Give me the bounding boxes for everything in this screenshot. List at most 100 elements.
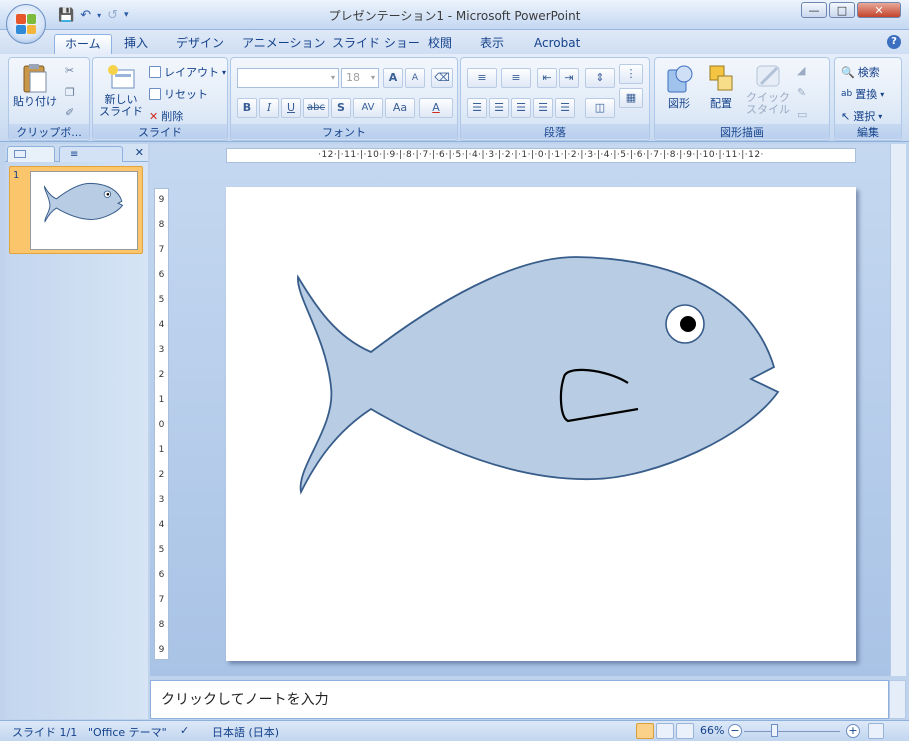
drawing-group-label: 図形描画 xyxy=(655,124,829,139)
redo-icon[interactable]: ↺ xyxy=(107,8,118,23)
tab-acrobat[interactable]: Acrobat xyxy=(524,34,590,54)
reset-button[interactable]: リセット xyxy=(149,86,208,102)
distribute-button[interactable]: ☰ xyxy=(555,98,575,118)
language-indicator[interactable]: 日本語 (日本) xyxy=(212,724,279,740)
fish-shape[interactable] xyxy=(226,187,856,661)
undo-dropdown-icon[interactable]: ▾ xyxy=(97,11,101,20)
align-right-button[interactable]: ☰ xyxy=(511,98,531,118)
tab-design[interactable]: デザイン xyxy=(166,34,234,54)
copy-button[interactable]: ❐ xyxy=(65,86,75,99)
font-group: ▾ 18 ▾ A A ⌫ B I U abc S AV Aa A フォント xyxy=(230,57,458,141)
replace-button[interactable]: ab 置換 ▾ xyxy=(841,86,884,102)
increase-indent-button[interactable]: ⇥ xyxy=(559,68,579,88)
zoom-slider-thumb[interactable] xyxy=(771,724,778,737)
close-button[interactable]: ✕ xyxy=(857,2,901,18)
align-text-button[interactable]: ▦ xyxy=(619,88,643,108)
strikethrough-button[interactable]: abc xyxy=(303,98,329,118)
delete-slide-button[interactable]: ✕ 削除 xyxy=(149,108,183,124)
slideshow-view-button[interactable] xyxy=(676,723,694,739)
outdent-icon: ⇤ xyxy=(542,71,552,84)
decrease-indent-button[interactable]: ⇤ xyxy=(537,68,557,88)
tab-review[interactable]: 校閲 xyxy=(418,34,462,54)
text-direction-button[interactable]: ⋮ xyxy=(619,64,643,84)
vruler-label: 2 xyxy=(158,470,165,480)
spell-check-icon[interactable]: ✓ xyxy=(180,724,189,737)
font-size-combo[interactable]: 18 ▾ xyxy=(341,68,379,88)
paste-icon xyxy=(23,64,47,93)
minimize-button[interactable]: — xyxy=(801,2,827,18)
shape-effects-button[interactable]: ▭ xyxy=(797,108,807,121)
cursor-icon: ↖ xyxy=(841,109,851,123)
format-painter-button[interactable]: ✐ xyxy=(65,106,74,119)
cut-button[interactable]: ✂ xyxy=(65,64,74,77)
columns-button[interactable]: ◫ xyxy=(585,98,615,118)
paste-button[interactable]: 貼り付け xyxy=(13,62,57,108)
close-pane-icon[interactable]: ✕ xyxy=(135,146,144,159)
zoom-in-button[interactable]: + xyxy=(846,724,860,738)
change-case-button[interactable]: Aa xyxy=(385,98,415,118)
tab-insert[interactable]: 挿入 xyxy=(114,34,158,54)
font-color-button[interactable]: A xyxy=(419,98,453,118)
new-slide-icon xyxy=(108,65,135,89)
save-icon[interactable]: 💾 xyxy=(58,8,74,23)
shape-outline-button[interactable]: ✎ xyxy=(797,86,806,99)
notes-scrollbar[interactable] xyxy=(889,680,906,719)
italic-button[interactable]: I xyxy=(259,98,279,118)
tab-slideshow[interactable]: スライド ショー xyxy=(322,34,430,54)
normal-view-button[interactable] xyxy=(636,723,654,739)
reset-icon xyxy=(149,88,161,100)
outline-tab[interactable]: ≡ xyxy=(59,146,123,162)
vertical-ruler[interactable]: 9 8 7 6 5 4 3 2 1 0 1 2 3 4 5 6 7 8 9 xyxy=(154,188,169,660)
customize-qat-icon[interactable]: ▾ xyxy=(124,10,129,20)
quick-styles-button[interactable]: クイック スタイル xyxy=(743,62,793,116)
bold-button[interactable]: B xyxy=(237,98,257,118)
tab-home[interactable]: ホーム xyxy=(54,34,112,54)
notes-input[interactable]: クリックしてノートを入力 xyxy=(150,680,889,719)
theme-name[interactable]: "Office テーマ" xyxy=(88,724,167,740)
undo-icon[interactable]: ↶ xyxy=(80,8,91,23)
editing-group: 🔍 検索 ab 置換 ▾ ↖ 選択 ▾ 編集 xyxy=(834,57,902,141)
horizontal-ruler[interactable]: ·12·|·11·|·10·|·9·|·8·|·7·|·6·|·5·|·4·|·… xyxy=(226,148,856,163)
align-center-button[interactable]: ☰ xyxy=(489,98,509,118)
grow-font-button[interactable]: A xyxy=(383,68,403,88)
new-slide-button[interactable]: 新しい スライド xyxy=(95,64,147,118)
font-size-value: 18 xyxy=(346,71,360,84)
fit-to-window-button[interactable] xyxy=(868,723,884,739)
slide-thumbnail-1[interactable]: 1 xyxy=(9,166,143,254)
vruler-label: 4 xyxy=(158,520,165,530)
brush-icon: ✐ xyxy=(65,106,75,119)
zoom-level[interactable]: 66% xyxy=(700,724,724,737)
line-spacing-button[interactable]: ⇕ xyxy=(585,68,615,88)
slide-sorter-view-button[interactable] xyxy=(656,723,674,739)
help-icon[interactable]: ? xyxy=(887,35,901,49)
vertical-scrollbar[interactable] xyxy=(890,144,906,676)
font-name-combo[interactable]: ▾ xyxy=(237,68,339,88)
zoom-slider-track[interactable] xyxy=(744,731,840,732)
layout-button[interactable]: レイアウト ▾ xyxy=(149,64,226,80)
arrange-button[interactable]: 配置 xyxy=(701,62,741,110)
numbering-button[interactable]: ≡ xyxy=(501,68,531,88)
vruler-label: 9 xyxy=(158,195,165,205)
shrink-font-button[interactable]: A xyxy=(405,68,425,88)
zoom-out-button[interactable]: − xyxy=(728,724,742,738)
char-spacing-button[interactable]: AV xyxy=(353,98,383,118)
shape-fill-button[interactable]: ◢ xyxy=(797,64,805,77)
underline-button[interactable]: U xyxy=(281,98,301,118)
select-button[interactable]: ↖ 選択 ▾ xyxy=(841,108,882,124)
bullets-button[interactable]: ≡ xyxy=(467,68,497,88)
office-button[interactable] xyxy=(6,4,46,44)
find-button[interactable]: 🔍 検索 xyxy=(841,64,880,80)
shapes-button[interactable]: 図形 xyxy=(659,62,699,110)
align-left-button[interactable]: ☰ xyxy=(467,98,487,118)
slides-tab[interactable] xyxy=(7,146,55,162)
slide-1[interactable] xyxy=(226,187,856,661)
shadow-button[interactable]: S xyxy=(331,98,351,118)
justify-button[interactable]: ☰ xyxy=(533,98,553,118)
clear-format-button[interactable]: ⌫ xyxy=(431,68,453,88)
maximize-button[interactable]: □ xyxy=(829,2,855,18)
ribbon-tabs: ホーム 挿入 デザイン アニメーション スライド ショー 校閲 表示 Acrob… xyxy=(0,30,909,54)
clear-format-icon: ⌫ xyxy=(434,71,450,84)
tab-view[interactable]: 表示 xyxy=(470,34,514,54)
scissors-icon: ✂ xyxy=(65,64,75,77)
tab-animation[interactable]: アニメーション xyxy=(232,34,336,54)
